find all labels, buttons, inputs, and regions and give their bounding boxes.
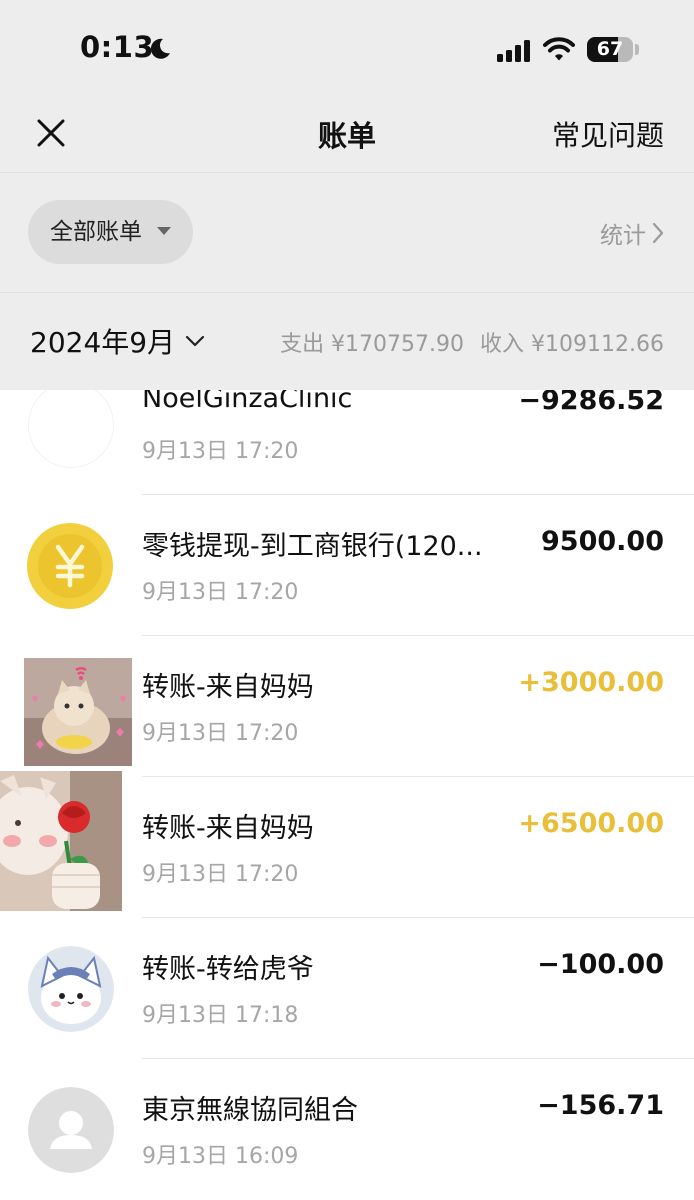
transaction-amount: −156.71 [537,1090,664,1121]
bill-filter-label: 全部账单 [50,219,142,245]
month-label: 2024年9月 [30,326,176,359]
transaction-title: 東京無線協同組合 [142,1095,358,1126]
battery-level-text: 67 [596,38,624,60]
transaction-amount: +3000.00 [518,667,664,698]
status-time: 0:13 [80,30,155,64]
faq-link[interactable]: 常见问题 [552,114,664,154]
statistics-label: 统计 [600,223,646,249]
moon-icon [150,38,170,59]
transaction-amount: +6500.00 [518,808,664,839]
bill-filter-dropdown[interactable]: 全部账单 [28,200,193,264]
chevron-down-icon [185,335,205,347]
transaction-time: 9月13日 17:20 [142,862,299,887]
transaction-title: 转账-来自妈妈 [142,672,314,703]
expense-total: 支出 ¥170757.90 [280,332,465,357]
wifi-icon [543,37,575,61]
transaction-title: 转账-来自妈妈 [142,813,314,844]
blank-avatar [28,390,114,468]
transaction-amount: 9500.00 [541,526,664,557]
filter-divider [0,292,694,293]
cartoon-avatar [28,946,114,1032]
income-total: 收入 ¥109112.66 [480,332,664,357]
battery-nub [635,44,639,55]
cat-rose-photo-avatar [0,771,122,911]
transaction-list: NoelGinzaClinic 9月13日 17:20 −9286.52 零钱提… [0,390,694,1200]
default-user-avatar [28,1087,114,1173]
battery-icon: 67 [587,37,633,62]
header-area: 0:13 67 账单 常见问题 全部账单 统计 2024年9月 支出 ¥1707… [0,0,694,390]
transaction-row[interactable]: NoelGinzaClinic 9月13日 17:20 −9286.52 [0,390,694,495]
transaction-row[interactable]: 转账-来自妈妈 9月13日 17:20 +3000.00 [0,636,694,777]
transaction-row[interactable]: 转账-来自妈妈 9月13日 17:20 +6500.00 [0,771,694,918]
transaction-row[interactable]: 東京無線協同組合 9月13日 16:09 −156.71 [0,1059,694,1200]
signal-icon [497,40,530,62]
transaction-time: 9月13日 17:20 [142,721,299,746]
transaction-title: 转账-转给虎爷 [142,954,314,985]
statistics-link[interactable]: 统计 [600,216,664,250]
cat-photo-avatar [24,658,132,766]
transaction-time: 9月13日 17:18 [142,1003,299,1028]
transaction-time: 9月13日 17:20 [142,580,299,605]
month-summary: 支出 ¥170757.90 收入 ¥109112.66 [280,326,664,358]
transaction-amount: −9286.52 [518,390,664,416]
header-divider [0,172,694,173]
yen-coin-icon [27,523,113,609]
month-selector[interactable]: 2024年9月 [30,321,205,361]
transaction-time: 9月13日 17:20 [142,439,299,464]
transaction-row[interactable]: 转账-转给虎爷 9月13日 17:18 −100.00 [0,918,694,1059]
transaction-time: 9月13日 16:09 [142,1144,299,1169]
transaction-title: 零钱提现-到工商银行(120... [142,531,483,562]
transaction-row[interactable]: 零钱提现-到工商银行(120... 9月13日 17:20 9500.00 [0,495,694,636]
caret-down-icon [157,227,171,235]
transaction-title: NoelGinzaClinic [142,390,353,414]
transaction-amount: −100.00 [537,949,664,980]
chevron-right-icon [652,222,664,244]
